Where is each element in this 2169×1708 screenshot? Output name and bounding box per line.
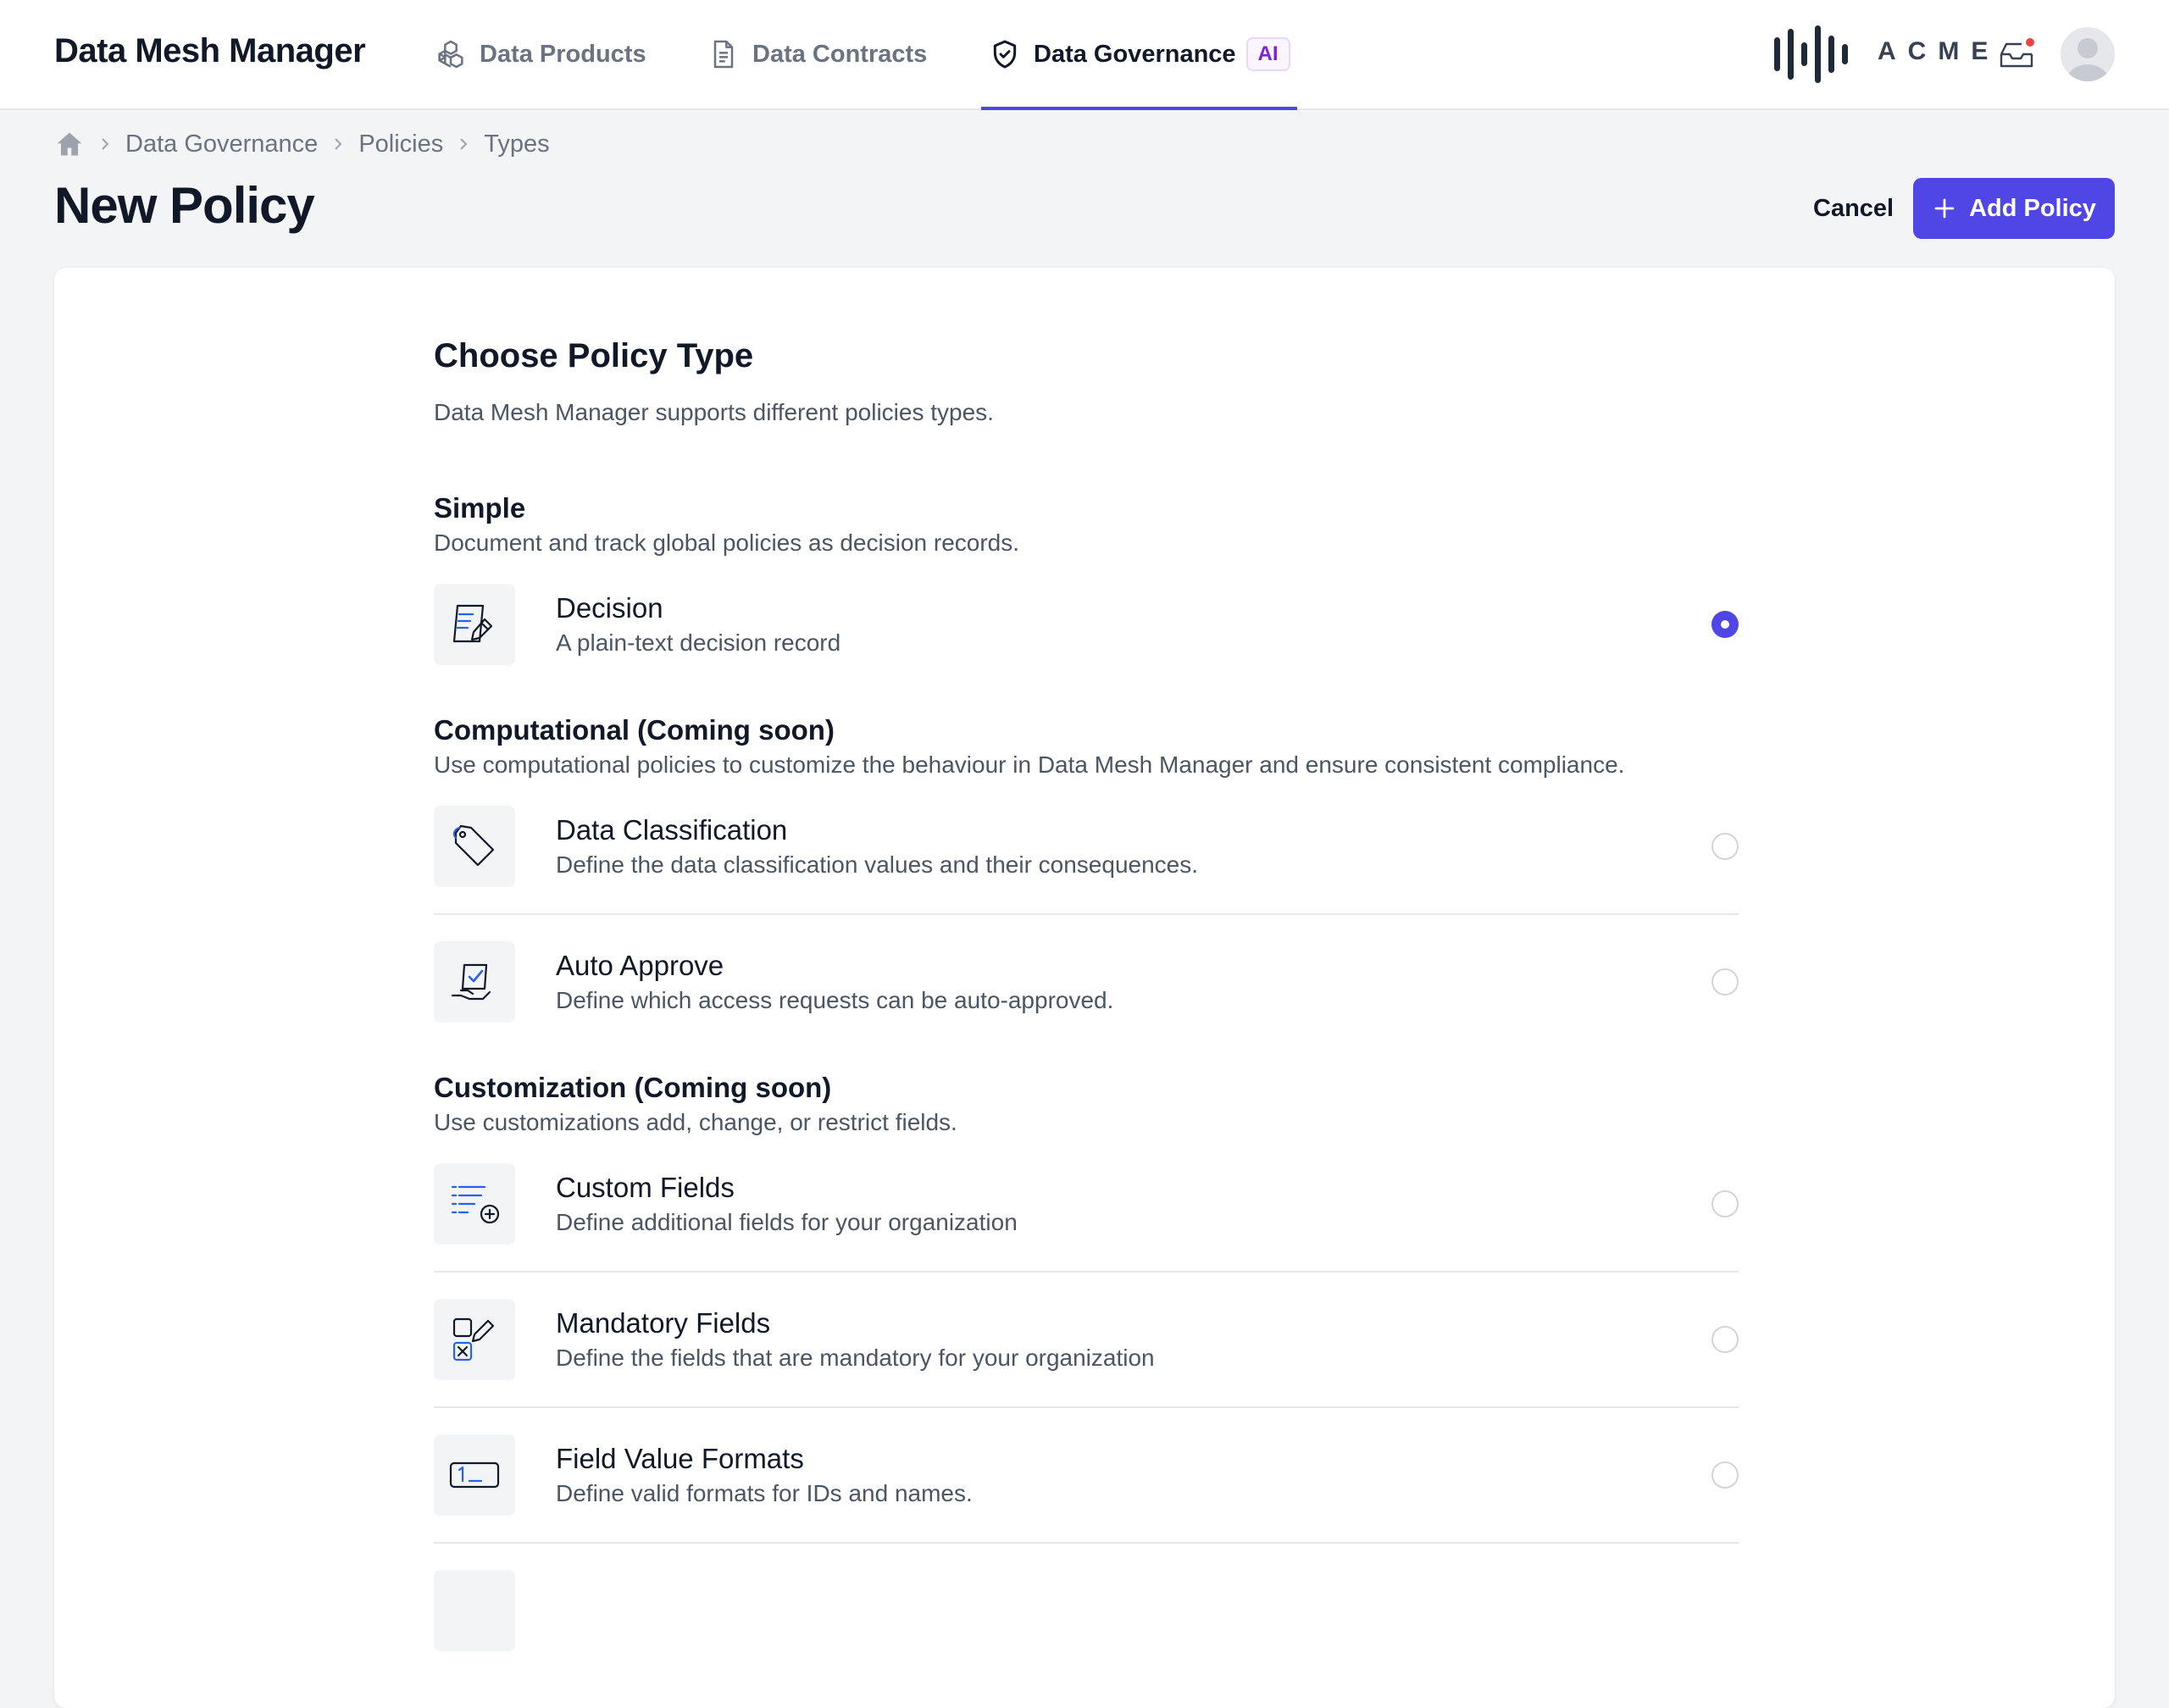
tab-data-contracts[interactable]: Data Contracts xyxy=(707,0,927,108)
section-title: Computational (Coming soon) xyxy=(434,714,835,746)
decision-record-icon xyxy=(434,584,515,665)
option-description: Define the fields that are mandatory for… xyxy=(556,1345,1155,1371)
brand-name: ACME xyxy=(1878,37,2000,65)
checkbox-pencil-icon xyxy=(434,1299,515,1380)
section-title: Simple xyxy=(434,492,526,524)
option-decision[interactable]: Decision A plain-text decision record xyxy=(434,557,1739,691)
cancel-button[interactable]: Cancel xyxy=(1796,178,1911,239)
chevron-right-icon xyxy=(97,136,114,152)
tab-data-products[interactable]: Data Products xyxy=(434,0,646,108)
shield-icon xyxy=(988,37,1022,71)
section-title: Customization (Coming soon) xyxy=(434,1072,832,1103)
option-auto-approve[interactable]: Auto Approve Define which access request… xyxy=(434,915,1739,1049)
tab-data-governance[interactable]: Data Governance AI xyxy=(981,0,1297,110)
section-description: Use computational policies to customize … xyxy=(434,751,1625,778)
option-title: Decision xyxy=(556,592,663,624)
chevron-right-icon xyxy=(455,136,472,152)
brand-logo-icon xyxy=(1774,25,1850,87)
input-format-icon xyxy=(434,1434,515,1516)
section-description: Use customizations add, change, or restr… xyxy=(434,1109,957,1135)
section-customization: Customization (Coming soon) Use customiz… xyxy=(434,1071,1739,1678)
radio-field-value-formats[interactable] xyxy=(1711,1461,1739,1489)
document-icon xyxy=(707,37,741,71)
tab-label: Data Products xyxy=(480,40,646,68)
option-title: Data Classification xyxy=(556,814,788,846)
option-description: Define which access requests can be auto… xyxy=(556,987,1114,1013)
add-policy-button[interactable]: Add Policy xyxy=(1913,178,2115,239)
page-title: New Policy xyxy=(54,177,315,234)
list-plus-icon xyxy=(434,1163,515,1245)
inbox-icon[interactable] xyxy=(1998,36,2037,77)
breadcrumb-types[interactable]: Types xyxy=(484,130,549,158)
option-description: A plain-text decision record xyxy=(556,629,841,656)
option-partial[interactable] xyxy=(434,1544,1739,1678)
option-title: Custom Fields xyxy=(556,1172,735,1203)
option-custom-fields[interactable]: Custom Fields Define additional fields f… xyxy=(434,1137,1739,1273)
option-description: Define valid formats for IDs and names. xyxy=(556,1480,973,1506)
option-description: Define the data classification values an… xyxy=(556,851,1199,878)
cubes-icon xyxy=(434,37,468,71)
form-heading: Choose Policy Type xyxy=(434,337,754,374)
add-policy-label: Add Policy xyxy=(1969,194,2096,222)
chevron-right-icon xyxy=(330,136,347,152)
option-title: Field Value Formats xyxy=(556,1443,804,1474)
breadcrumb-policies[interactable]: Policies xyxy=(358,130,443,158)
home-icon[interactable] xyxy=(54,129,85,159)
policy-type-card: Choose Policy Type Data Mesh Manager sup… xyxy=(54,268,2115,1708)
form-description: Data Mesh Manager supports different pol… xyxy=(434,399,994,425)
option-title: Mandatory Fields xyxy=(556,1307,771,1339)
radio-auto-approve[interactable] xyxy=(1711,968,1739,995)
radio-decision[interactable] xyxy=(1711,611,1739,638)
breadcrumb-data-governance[interactable]: Data Governance xyxy=(125,130,318,158)
app-title[interactable]: Data Mesh Manager xyxy=(54,32,366,70)
breadcrumb: Data Governance Policies Types xyxy=(54,129,550,159)
option-icon xyxy=(434,1570,515,1651)
radio-custom-fields[interactable] xyxy=(1711,1190,1739,1217)
ai-badge: AI xyxy=(1245,37,1290,71)
tab-label: Data Contracts xyxy=(752,40,928,68)
tab-label: Data Governance xyxy=(1034,40,1236,68)
radio-data-classification[interactable] xyxy=(1711,833,1739,860)
option-mandatory-fields[interactable]: Mandatory Fields Define the fields that … xyxy=(434,1273,1739,1408)
option-field-value-formats[interactable]: Field Value Formats Define valid formats… xyxy=(434,1408,1739,1544)
radio-mandatory-fields[interactable] xyxy=(1711,1326,1739,1353)
hand-check-icon xyxy=(434,941,515,1023)
option-description: Define additional fields for your organi… xyxy=(556,1209,1018,1235)
section-computational: Computational (Coming soon) Use computat… xyxy=(434,713,1739,1049)
avatar[interactable] xyxy=(2061,27,2115,81)
tag-icon xyxy=(434,806,515,887)
plus-icon xyxy=(1932,196,1957,221)
option-data-classification[interactable]: Data Classification Define the data clas… xyxy=(434,779,1739,915)
section-simple: Simple Document and track global policie… xyxy=(434,491,1739,691)
section-description: Document and track global policies as de… xyxy=(434,530,1020,556)
option-title: Auto Approve xyxy=(556,950,724,981)
top-navigation-bar: Data Mesh Manager Data Products Data Con… xyxy=(0,0,2169,110)
